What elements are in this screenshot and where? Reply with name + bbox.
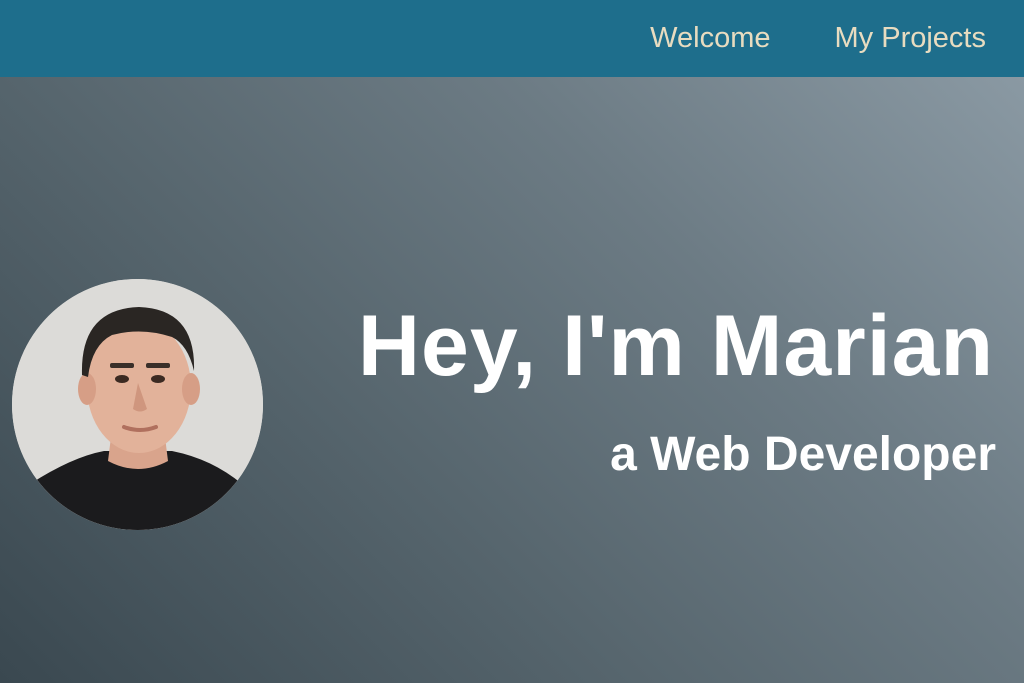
- page: Welcome My Projects Hey, I'm Marian a We…: [0, 0, 1024, 683]
- hero-subtitle: a Web Developer: [610, 428, 996, 481]
- hero-section: Hey, I'm Marian a Web Developer: [0, 77, 1024, 683]
- top-navbar: Welcome My Projects: [0, 0, 1024, 77]
- nav-link-welcome[interactable]: Welcome: [650, 24, 770, 53]
- hero-title: Hey, I'm Marian: [357, 298, 994, 394]
- profile-photo-icon: [12, 279, 263, 530]
- nav-link-my-projects[interactable]: My Projects: [835, 24, 986, 53]
- avatar: [12, 279, 263, 530]
